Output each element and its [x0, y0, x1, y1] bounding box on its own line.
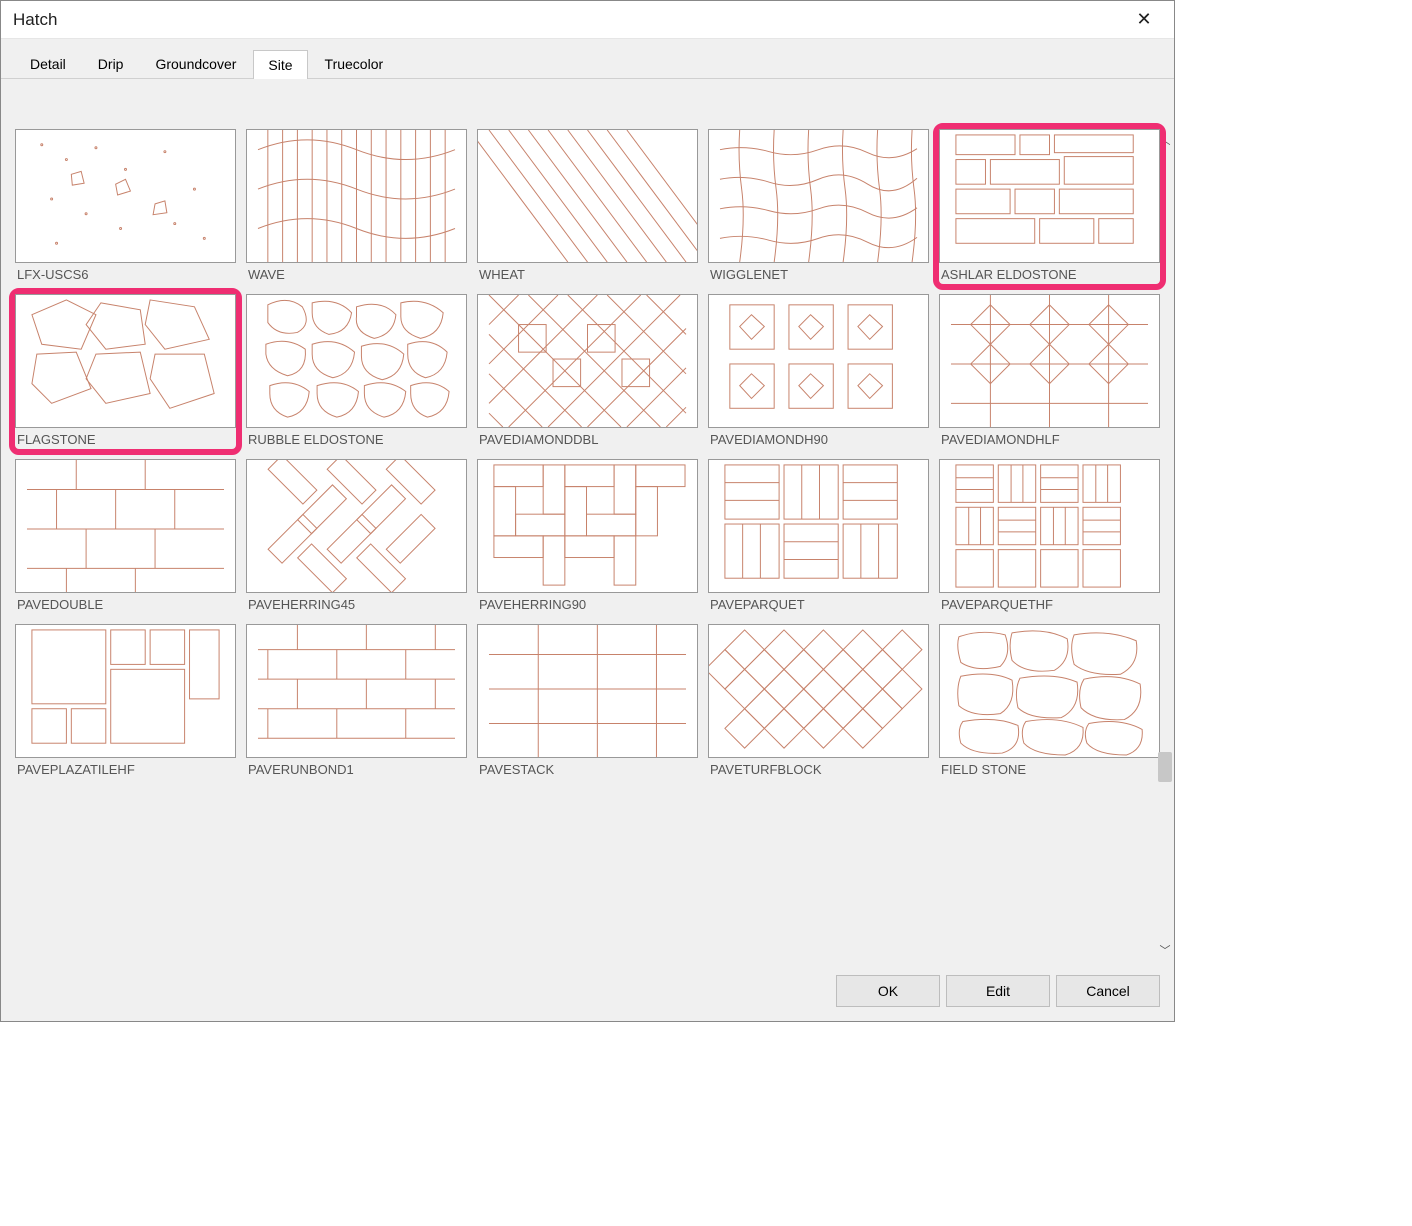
pattern-label: FIELD STONE [939, 758, 1160, 779]
tab-site[interactable]: Site [253, 50, 307, 79]
pattern-label: PAVEHERRING45 [246, 593, 467, 614]
tab-drip[interactable]: Drip [83, 49, 139, 78]
scroll-thumb[interactable] [1158, 752, 1172, 782]
pattern-label: PAVEHERRING90 [477, 593, 698, 614]
pattern-cell: PAVEDOUBLE [15, 459, 236, 614]
pattern-swatch-pavediamonddbl[interactable] [477, 294, 698, 428]
pattern-cell: PAVESTACK [477, 624, 698, 779]
pattern-cell: FLAGSTONE [15, 294, 236, 449]
pattern-cell: PAVEHERRING90 [477, 459, 698, 614]
pattern-swatch-pavediamondhlf[interactable] [939, 294, 1160, 428]
pattern-cell: PAVERUNBOND1 [246, 624, 467, 779]
pattern-cell: PAVEDIAMONDHLF [939, 294, 1160, 449]
pattern-swatch-rubble-eldostone[interactable] [246, 294, 467, 428]
pattern-label: WHEAT [477, 263, 698, 284]
close-icon[interactable]: ✕ [1124, 7, 1164, 32]
ok-button[interactable]: OK [836, 975, 940, 1007]
pattern-cell: WHEAT [477, 129, 698, 284]
pattern-swatch-field-stone[interactable] [939, 624, 1160, 758]
titlebar: Hatch ✕ [1, 1, 1174, 39]
pattern-swatch-flagstone[interactable] [15, 294, 236, 428]
cancel-button[interactable]: Cancel [1056, 975, 1160, 1007]
pattern-cell: PAVEHERRING45 [246, 459, 467, 614]
pattern-swatch-wave[interactable] [246, 129, 467, 263]
pattern-gallery: LFX-USCS6 WAVE WHEAT WIGGLENET ASHLAR ELDOST… [15, 129, 1160, 779]
pattern-swatch-lfx-uscs6[interactable] [15, 129, 236, 263]
pattern-cell: PAVEPLAZATILEHF [15, 624, 236, 779]
dialog-title: Hatch [13, 10, 57, 30]
pattern-swatch-pavedouble[interactable] [15, 459, 236, 593]
pattern-swatch-paverunbond1[interactable] [246, 624, 467, 758]
pattern-label: PAVEPARQUETHF [939, 593, 1160, 614]
pattern-label: PAVEPARQUET [708, 593, 929, 614]
pattern-label: WIGGLENET [708, 263, 929, 284]
pattern-swatch-paveherring90[interactable] [477, 459, 698, 593]
pattern-label: LFX-USCS6 [15, 263, 236, 284]
edit-button[interactable]: Edit [946, 975, 1050, 1007]
pattern-label: RUBBLE ELDOSTONE [246, 428, 467, 449]
pattern-label: ASHLAR ELDOSTONE [939, 263, 1160, 284]
pattern-cell: RUBBLE ELDOSTONE [246, 294, 467, 449]
pattern-label: WAVE [246, 263, 467, 284]
pattern-cell: PAVEPARQUETHF [939, 459, 1160, 614]
tab-groundcover[interactable]: Groundcover [140, 49, 251, 78]
pattern-label: FLAGSTONE [15, 428, 236, 449]
pattern-label: PAVEDIAMONDH90 [708, 428, 929, 449]
pattern-label: PAVESTACK [477, 758, 698, 779]
pattern-swatch-paveplazatilehf[interactable] [15, 624, 236, 758]
tab-detail[interactable]: Detail [15, 49, 81, 78]
pattern-label: PAVETURFBLOCK [708, 758, 929, 779]
pattern-swatch-wheat[interactable] [477, 129, 698, 263]
pattern-label: PAVEDOUBLE [15, 593, 236, 614]
pattern-cell: PAVEDIAMONDDBL [477, 294, 698, 449]
pattern-cell: WIGGLENET [708, 129, 929, 284]
pattern-swatch-pavestack[interactable] [477, 624, 698, 758]
pattern-cell: WAVE [246, 129, 467, 284]
pattern-cell: PAVEPARQUET [708, 459, 929, 614]
pattern-label: PAVEDIAMONDDBL [477, 428, 698, 449]
gallery-area: ︿ LFX-USCS6WAVEWHEATWIGGLENETASHLAR ELDO… [1, 79, 1174, 965]
pattern-swatch-paveparquethf[interactable] [939, 459, 1160, 593]
button-row: OK Edit Cancel [1, 965, 1174, 1021]
pattern-cell: FIELD STONE [939, 624, 1160, 779]
pattern-swatch-paveparquet[interactable] [708, 459, 929, 593]
tab-truecolor[interactable]: Truecolor [310, 49, 399, 78]
scroll-down-icon[interactable]: ﹀ [1156, 941, 1174, 959]
hatch-dialog: Hatch ✕ DetailDripGroundcoverSiteTruecol… [0, 0, 1175, 1022]
pattern-swatch-paveturfblock[interactable] [708, 624, 929, 758]
pattern-swatch-paveherring45[interactable] [246, 459, 467, 593]
pattern-swatch-wigglenet[interactable] [708, 129, 929, 263]
pattern-label: PAVEDIAMONDHLF [939, 428, 1160, 449]
pattern-cell: LFX-USCS6 [15, 129, 236, 284]
pattern-swatch-ashlar-eldostone[interactable] [939, 129, 1160, 263]
pattern-cell: PAVETURFBLOCK [708, 624, 929, 779]
pattern-swatch-pavediamondh90[interactable] [708, 294, 929, 428]
pattern-label: PAVERUNBOND1 [246, 758, 467, 779]
pattern-cell: ASHLAR ELDOSTONE [939, 129, 1160, 284]
pattern-label: PAVEPLAZATILEHF [15, 758, 236, 779]
tabs-row: DetailDripGroundcoverSiteTruecolor [1, 39, 1174, 79]
pattern-cell: PAVEDIAMONDH90 [708, 294, 929, 449]
